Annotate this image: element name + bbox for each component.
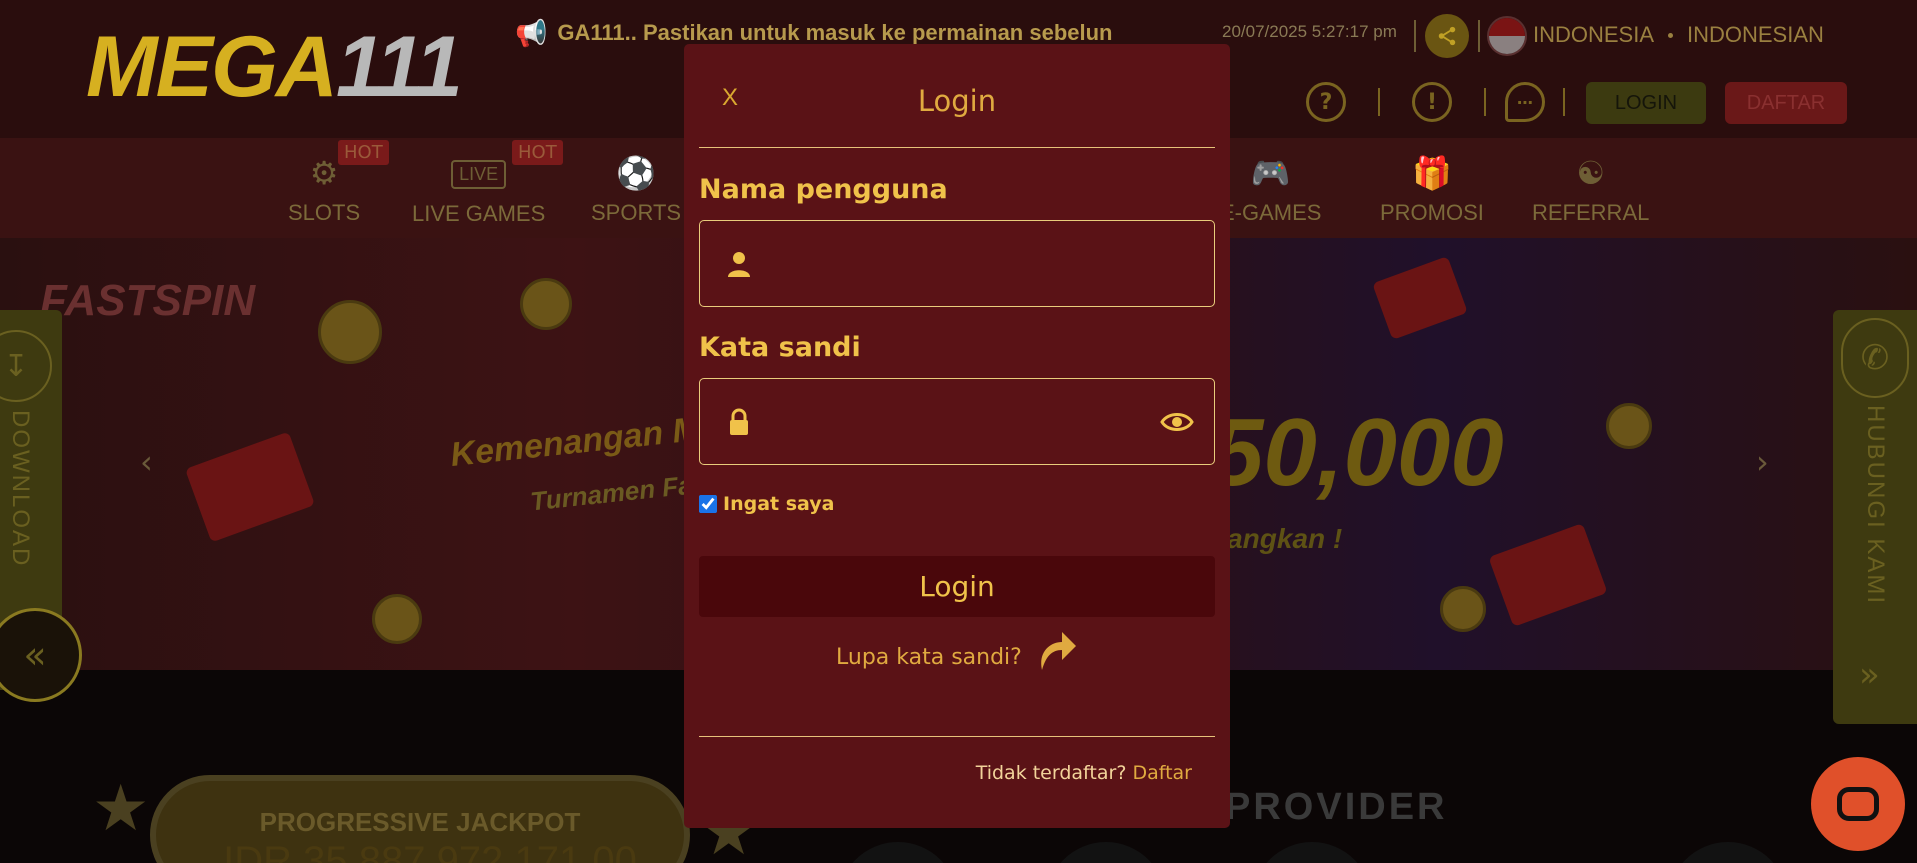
chat-bubble-icon bbox=[1837, 787, 1879, 821]
divider bbox=[1378, 88, 1380, 116]
username-input[interactable] bbox=[760, 221, 1140, 306]
progressive-jackpot: PROGRESSIVE JACKPOT IDR 35,887,972,171.0… bbox=[150, 775, 690, 863]
header-signup-button[interactable]: DAFTAR bbox=[1725, 82, 1847, 124]
double-chevron-right-icon: » bbox=[1859, 655, 1880, 695]
nav-label: PROMOSI bbox=[1380, 200, 1484, 225]
gift-icon: 🎁 bbox=[1412, 155, 1452, 191]
eye-icon[interactable] bbox=[1160, 409, 1194, 435]
provider-logo-chip[interactable] bbox=[838, 842, 958, 863]
forward-arrow-icon bbox=[1041, 632, 1076, 670]
contact-label: HUBUNGI KAMI bbox=[1862, 405, 1889, 606]
live-chat-button[interactable] bbox=[1811, 757, 1905, 851]
datetime: 20/07/2025 5:27:17 pm bbox=[1222, 22, 1397, 41]
nav-item-sports[interactable]: ⚽ SPORTS bbox=[591, 150, 681, 226]
password-input[interactable] bbox=[760, 379, 1140, 464]
coin-decoration bbox=[520, 278, 572, 330]
nav-label: REFERRAL bbox=[1532, 200, 1650, 225]
forgot-password-link[interactable]: Lupa kata sandi? bbox=[836, 626, 1078, 672]
country-selector[interactable]: INDONESIA bbox=[1533, 22, 1654, 48]
gamepad-icon: 🎮 bbox=[1250, 155, 1291, 191]
login-modal: X Login Nama pengguna Kata sandi Ingat s… bbox=[684, 44, 1230, 828]
live-icon: LIVE bbox=[451, 160, 507, 189]
password-label: Kata sandi bbox=[699, 332, 861, 363]
help-icon[interactable]: ? bbox=[1306, 82, 1346, 122]
logo-number: 111 bbox=[336, 19, 463, 115]
slot-machine-icon: ⚙ bbox=[309, 155, 339, 191]
chevron-left-icon[interactable]: ‹ bbox=[140, 443, 153, 481]
nav-item-referral[interactable]: ☯ REFERRAL bbox=[1532, 150, 1649, 226]
nav-label: SPORTS bbox=[591, 200, 682, 225]
star-icon: ★ bbox=[92, 772, 150, 846]
alert-icon[interactable]: ! bbox=[1412, 82, 1452, 122]
site-logo[interactable]: MEGA111 bbox=[86, 24, 463, 110]
signup-link[interactable]: Daftar bbox=[1132, 762, 1192, 784]
remember-me-checkbox[interactable] bbox=[699, 495, 717, 513]
divider bbox=[1563, 88, 1565, 116]
share-icon[interactable] bbox=[1425, 14, 1469, 58]
provider-logo-chip[interactable] bbox=[1252, 842, 1372, 863]
referral-icon: ☯ bbox=[1576, 155, 1606, 191]
jackpot-value: IDR 35,887,972,171.00 bbox=[223, 839, 637, 863]
banner-headline: Kemenangan M bbox=[448, 409, 703, 475]
red-envelope-decoration bbox=[184, 431, 316, 543]
chat-icon[interactable]: ⋯ bbox=[1505, 82, 1545, 122]
red-envelope-decoration bbox=[1488, 523, 1608, 627]
coin-decoration bbox=[1606, 403, 1652, 449]
page: MEGA111 📢 GA111.. Pastikan untuk masuk k… bbox=[0, 0, 1917, 863]
provider-heading: PROVIDER bbox=[1225, 786, 1448, 828]
user-icon bbox=[728, 252, 750, 277]
coin-decoration bbox=[318, 300, 382, 364]
banner-amount: 50,000 bbox=[1210, 399, 1504, 506]
language-selector[interactable]: INDONESIAN bbox=[1687, 22, 1824, 48]
logo-text: MEGA bbox=[86, 19, 338, 115]
nav-label: LIVE GAMES bbox=[412, 201, 546, 226]
coin-decoration bbox=[372, 594, 422, 644]
signup-prompt: Tidak terdaftar? bbox=[975, 762, 1127, 784]
download-icon: ↧ bbox=[0, 330, 52, 402]
marquee-text: GA111.. Pastikan untuk masuk ke permaina… bbox=[557, 20, 1113, 45]
remember-me-label: Ingat saya bbox=[723, 493, 835, 515]
divider bbox=[699, 736, 1215, 737]
nav-item-e-games[interactable]: 🎮 E-GAMES bbox=[1220, 150, 1321, 226]
nav-label: SLOTS bbox=[288, 200, 361, 225]
provider-logo-chip[interactable] bbox=[1668, 842, 1788, 863]
hot-badge: HOT bbox=[338, 140, 389, 165]
lock-icon bbox=[730, 408, 748, 435]
nav-item-promosi[interactable]: 🎁 PROMOSI bbox=[1380, 150, 1484, 226]
divider bbox=[699, 147, 1215, 148]
side-contact-tab[interactable]: ✆ HUBUNGI KAMI » bbox=[1833, 310, 1917, 724]
signup-row: Tidak terdaftar? Daftar bbox=[976, 762, 1192, 784]
divider bbox=[1414, 20, 1416, 52]
banner-subheadline: Turnamen Fa bbox=[528, 469, 694, 517]
divider bbox=[1484, 88, 1486, 116]
separator-dot bbox=[1668, 33, 1673, 38]
username-label: Nama pengguna bbox=[699, 174, 948, 205]
download-label: DOWNLOAD bbox=[7, 410, 34, 568]
nav-label: E-GAMES bbox=[1220, 200, 1322, 225]
provider-logo: FASTSPIN bbox=[40, 276, 256, 325]
indonesia-flag-icon[interactable] bbox=[1487, 16, 1527, 56]
remember-me[interactable]: Ingat saya bbox=[699, 493, 834, 515]
forgot-password-label: Lupa kata sandi? bbox=[836, 645, 1022, 670]
phone-icon: ✆ bbox=[1841, 318, 1909, 398]
password-field[interactable] bbox=[699, 378, 1215, 465]
header-login-button[interactable]: LOGIN bbox=[1586, 82, 1706, 124]
hot-badge: HOT bbox=[512, 140, 563, 165]
divider bbox=[1478, 20, 1480, 52]
chevron-right-icon[interactable]: › bbox=[1756, 443, 1769, 481]
login-submit-button[interactable]: Login bbox=[699, 556, 1215, 617]
modal-title: Login bbox=[917, 84, 997, 118]
soccer-ball-icon: ⚽ bbox=[616, 155, 656, 191]
provider-logo-chip[interactable] bbox=[1046, 842, 1166, 863]
jackpot-title: PROGRESSIVE JACKPOT bbox=[259, 807, 581, 837]
megaphone-icon: 📢 bbox=[515, 17, 548, 48]
username-field[interactable] bbox=[699, 220, 1215, 307]
coin-decoration bbox=[1440, 586, 1486, 632]
red-envelope-decoration bbox=[1372, 256, 1468, 340]
